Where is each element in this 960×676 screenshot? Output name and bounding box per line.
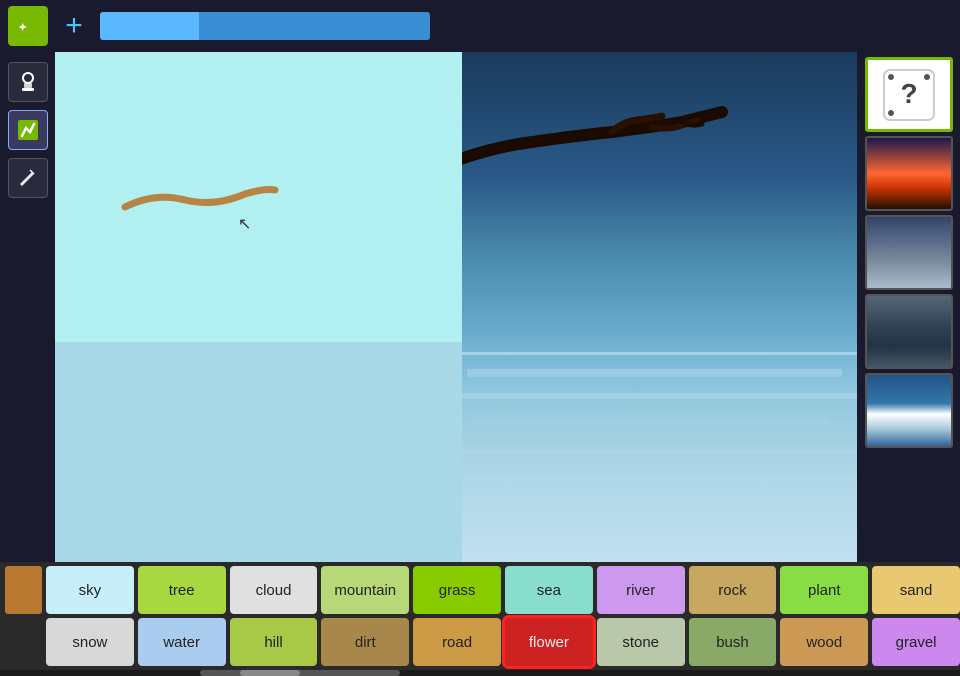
dice-icon: ? xyxy=(868,60,950,129)
brush-tool-button[interactable] xyxy=(8,110,48,150)
waves-thumbnail[interactable] xyxy=(865,373,953,448)
svg-text:✦: ✦ xyxy=(18,22,27,34)
pencil-tool-button[interactable] xyxy=(8,158,48,198)
dice-thumbnail[interactable]: ? xyxy=(865,57,953,132)
label-snow[interactable]: snow xyxy=(46,618,134,666)
labels-row-1: sky tree cloud mountain grass sea river … xyxy=(5,566,960,614)
branch-silhouette xyxy=(462,92,732,182)
scrollbar-track[interactable] xyxy=(200,670,400,676)
progress-bar[interactable] xyxy=(100,12,430,40)
labels-rows: sky tree cloud mountain grass sea river … xyxy=(0,562,960,670)
reference-area xyxy=(462,52,857,562)
label-plant[interactable]: plant xyxy=(780,566,868,614)
rocky-thumbnail[interactable] xyxy=(865,294,953,369)
waves-image xyxy=(867,375,951,446)
nvidia-logo[interactable]: ✦ xyxy=(8,6,48,46)
label-road[interactable]: road xyxy=(413,618,501,666)
toolbar: ✦ + xyxy=(0,0,960,52)
label-cloud[interactable]: cloud xyxy=(230,566,318,614)
main-content: ↖ xyxy=(0,52,960,562)
canvas-area[interactable]: ↖ xyxy=(55,52,462,562)
clouds-thumbnail[interactable] xyxy=(865,215,953,290)
label-rock[interactable]: rock xyxy=(689,566,777,614)
reference-image xyxy=(462,52,857,562)
label-bush[interactable]: bush xyxy=(689,618,777,666)
label-gravel[interactable]: gravel xyxy=(872,618,960,666)
label-stone[interactable]: stone xyxy=(597,618,685,666)
svg-text:?: ? xyxy=(900,78,917,109)
label-hill[interactable]: hill xyxy=(230,618,318,666)
labels-row-2: snow water hill dirt road flower stone b… xyxy=(5,618,960,666)
label-flower[interactable]: flower xyxy=(505,618,593,666)
label-river[interactable]: river xyxy=(597,566,685,614)
label-grass[interactable]: grass xyxy=(413,566,501,614)
label-dirt[interactable]: dirt xyxy=(321,618,409,666)
thumbnails-panel: ? xyxy=(857,52,960,562)
progress-bar-fill xyxy=(100,12,199,40)
scrollbar-thumb[interactable] xyxy=(240,670,300,676)
label-tree[interactable]: tree xyxy=(138,566,226,614)
sunset-image xyxy=(867,138,951,209)
water-surface xyxy=(462,332,857,562)
brush-stroke xyxy=(115,172,285,222)
tools-panel xyxy=(0,52,55,562)
label-mountain[interactable]: mountain xyxy=(321,566,409,614)
scrollbar-row[interactable] xyxy=(0,670,960,676)
label-wood[interactable]: wood xyxy=(780,618,868,666)
label-water[interactable]: water xyxy=(138,618,226,666)
bottom-section: sky tree cloud mountain grass sea river … xyxy=(0,562,960,670)
label-sky[interactable]: sky xyxy=(46,566,134,614)
label-sand[interactable]: sand xyxy=(872,566,960,614)
color-swatch[interactable] xyxy=(5,566,42,614)
clouds-image xyxy=(867,217,951,288)
label-sea[interactable]: sea xyxy=(505,566,593,614)
rocky-image xyxy=(867,296,951,367)
stamp-tool-button[interactable] xyxy=(8,62,48,102)
add-button[interactable]: + xyxy=(56,8,92,44)
sunset-thumbnail[interactable] xyxy=(865,136,953,211)
canvas-bottom xyxy=(55,342,462,562)
